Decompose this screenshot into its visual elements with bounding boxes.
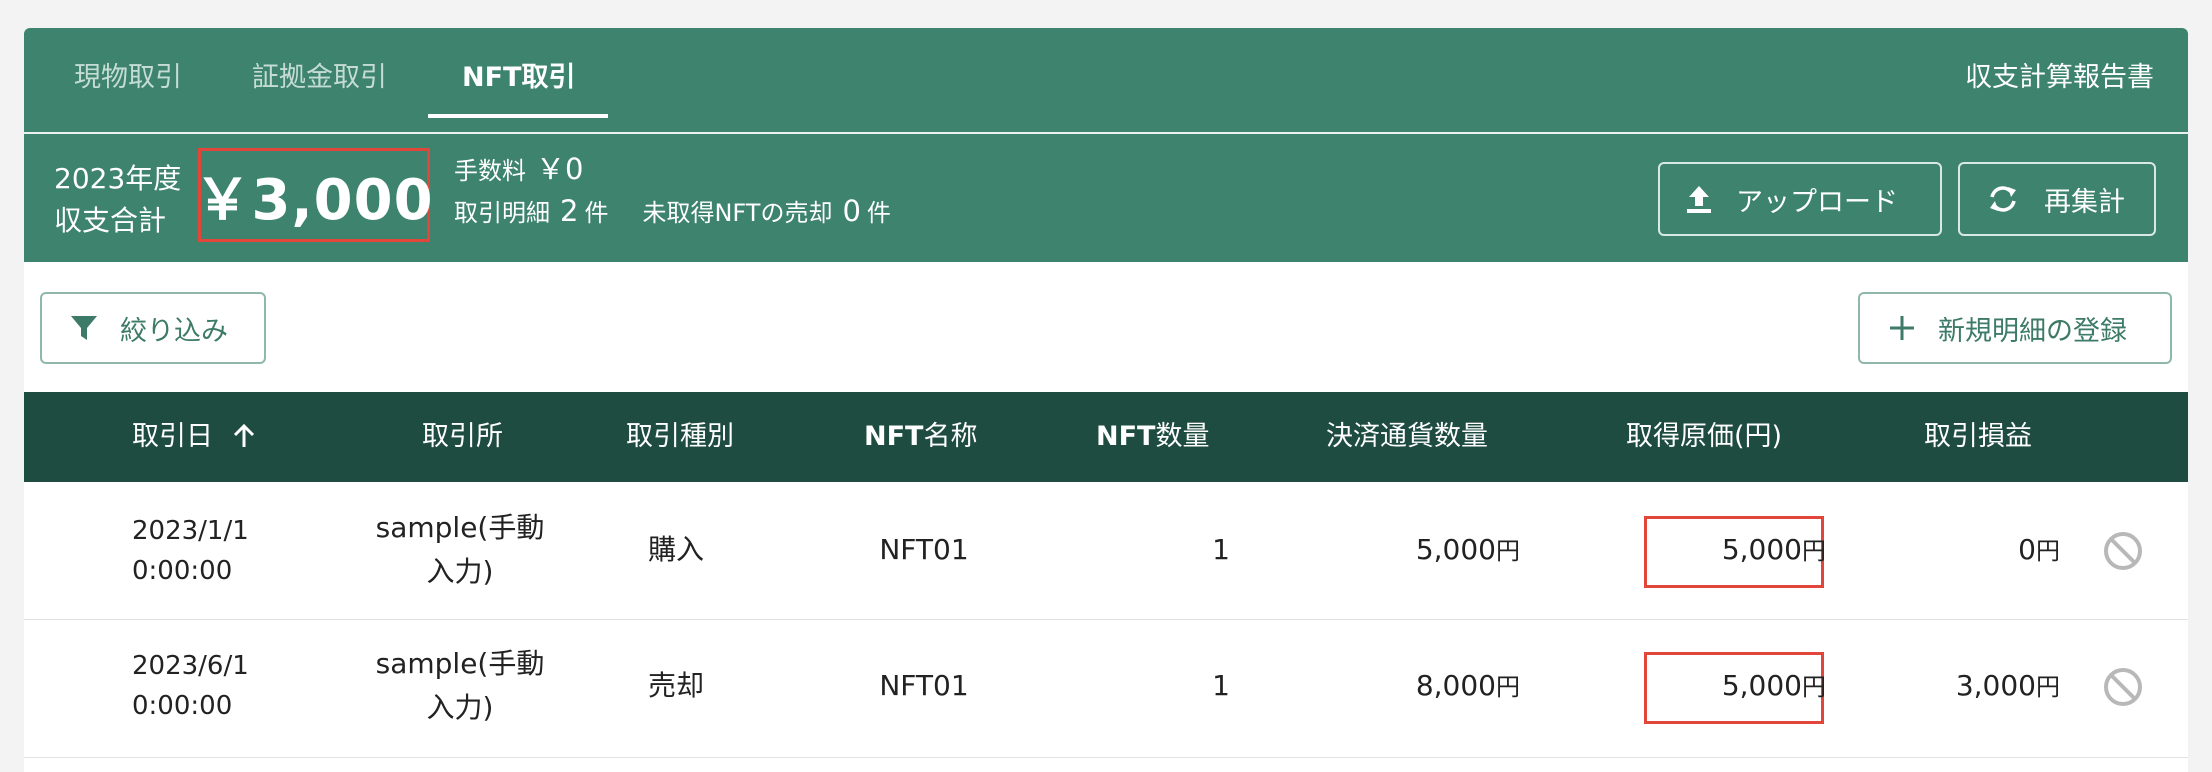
fiscal-year: 2023年度 — [54, 162, 182, 195]
yen-unit: 円 — [2036, 673, 2060, 701]
unacquired-unit: 件 — [866, 199, 891, 227]
panel-header: 現物取引 証拠金取引 NFT取引 収支計算報告書 2023年度 収支合計 ￥3,… — [24, 28, 2188, 262]
upload-button[interactable]: アップロード — [1658, 162, 1942, 236]
detail-summary: 取引明細 2 件未取得NFTの売却 0 件 — [454, 194, 891, 230]
row-pnl: 0円 — [1864, 530, 2060, 571]
new-entry-button[interactable]: 新規明細の登録 — [1858, 292, 2172, 364]
summary-bar: 2023年度 収支合計 ￥3,000 手数料 ￥0 取引明細 2 件未取得NFTの売却… — [24, 136, 2188, 262]
date-header-label: 取引日 — [132, 421, 213, 452]
row-acquisition-cost: 5,000円 — [1624, 666, 1826, 707]
settlement-value: 8,000 — [1415, 669, 1496, 702]
time-value: 0:00:00 — [132, 556, 233, 586]
exchange-line2: 入力) — [426, 691, 494, 724]
row-pnl: 3,000円 — [1864, 666, 2060, 707]
row-acquisition-cost: 5,000円 — [1624, 530, 1826, 571]
active-tab-indicator — [428, 114, 608, 118]
income-report-link[interactable]: 収支計算報告書 — [1965, 58, 2154, 98]
yen-unit: 円 — [1496, 673, 1520, 701]
fee-value: ￥0 — [536, 152, 584, 186]
acq-cost-value: 5,000 — [1721, 533, 1802, 566]
row-nft-qty: 1 — [1212, 533, 1230, 566]
yen-unit: 円 — [1496, 537, 1520, 565]
row-date: 2023/6/1 0:00:00 — [132, 646, 249, 726]
column-header-pnl: 取引損益 — [1924, 421, 2032, 452]
row-date: 2023/1/1 0:00:00 — [132, 511, 249, 591]
disable-icon[interactable] — [2102, 666, 2144, 708]
total-label: 収支合計 — [54, 204, 167, 237]
year-total-label: 2023年度 収支合計 — [54, 158, 181, 242]
tab-margin-trading[interactable]: 証拠金取引 — [252, 58, 387, 98]
nft-name-suffix: 名称 — [923, 421, 978, 452]
time-value: 0:00:00 — [132, 691, 233, 721]
filter-button[interactable]: 絞り込み — [40, 292, 266, 364]
exchange-line1: sample(手動 — [375, 511, 545, 544]
date-value: 2023/1/1 — [132, 516, 249, 546]
nft-qty-prefix: NFT — [1096, 421, 1156, 452]
upload-icon — [1687, 186, 1711, 213]
row-settlement-qty: 8,000円 — [1284, 666, 1520, 707]
new-entry-label: 新規明細の登録 — [1938, 315, 2127, 347]
detail-label: 取引明細 — [454, 199, 550, 227]
exchange-line1: sample(手動 — [375, 647, 545, 680]
column-header-settlement-qty: 決済通貨数量 — [1326, 421, 1488, 452]
pnl-value: 0 — [2018, 533, 2036, 566]
row-nft-name: NFT01 — [879, 669, 969, 702]
pnl-value: 3,000 — [1955, 669, 2036, 702]
column-header-type: 取引種別 — [626, 421, 734, 452]
row-settlement-qty: 5,000円 — [1284, 530, 1520, 571]
total-amount: ￥3,000 — [194, 148, 433, 242]
yen-unit: 円 — [1802, 537, 1826, 565]
acq-cost-value: 5,000 — [1721, 669, 1802, 702]
sort-ascending-icon[interactable] — [232, 423, 256, 449]
detail-count: 2 — [560, 194, 579, 228]
settlement-value: 5,000 — [1415, 533, 1496, 566]
table-row: 2023/1/1 0:00:00 sample(手動 入力) 購入 NFT01 … — [24, 482, 2188, 620]
column-header-nft-name: NFT名称 — [864, 392, 977, 482]
refresh-icon — [1990, 186, 2016, 212]
table-row: 2023/6/1 0:00:00 sample(手動 入力) 売却 NFT01 … — [24, 620, 2188, 758]
upload-label: アップロード — [1736, 186, 1898, 218]
recalculate-button[interactable]: 再集計 — [1958, 162, 2156, 236]
plus-icon — [1890, 316, 1914, 340]
row-type: 購入 — [647, 533, 704, 566]
fee-label: 手数料 — [454, 157, 526, 185]
column-header-date[interactable]: 取引日 — [132, 392, 256, 482]
disable-icon[interactable] — [2102, 530, 2144, 572]
date-value: 2023/6/1 — [132, 651, 249, 681]
row-exchange: sample(手動 入力) — [350, 506, 570, 594]
nft-name-prefix: NFT — [864, 421, 924, 452]
exchange-line2: 入力) — [426, 555, 494, 588]
row-nft-name: NFT01 — [879, 533, 969, 566]
yen-unit: 円 — [1802, 673, 1826, 701]
table-header: 取引日 取引所 取引種別 NFT名称 NFT数量 決済通貨数量 取得原価(円) … — [24, 392, 2188, 482]
filter-icon — [71, 316, 97, 340]
column-header-acquisition-cost: 取得原価(円) — [1626, 421, 1783, 452]
row-nft-qty: 1 — [1212, 669, 1230, 702]
nft-transactions-panel: 現物取引 証拠金取引 NFT取引 収支計算報告書 2023年度 収支合計 ￥3,… — [24, 28, 2188, 772]
nft-qty-suffix: 数量 — [1155, 421, 1210, 452]
recalculate-label: 再集計 — [2044, 186, 2125, 218]
row-exchange: sample(手動 入力) — [350, 642, 570, 730]
unacquired-count: 0 — [842, 194, 861, 228]
tab-spot-trading[interactable]: 現物取引 — [74, 58, 182, 98]
tab-nft-trading[interactable]: NFT取引 — [462, 58, 575, 98]
fee-summary: 手数料 ￥0 — [454, 152, 583, 188]
column-header-nft-qty: NFT数量 — [1096, 392, 1209, 482]
tab-bar: 現物取引 証拠金取引 NFT取引 収支計算報告書 — [24, 28, 2188, 134]
column-header-exchange: 取引所 — [422, 421, 503, 452]
unacquired-label: 未取得NFTの売却 — [642, 199, 833, 227]
yen-unit: 円 — [2036, 537, 2060, 565]
detail-unit: 件 — [584, 199, 609, 227]
filter-label: 絞り込み — [120, 315, 228, 347]
row-type: 売却 — [647, 669, 704, 702]
